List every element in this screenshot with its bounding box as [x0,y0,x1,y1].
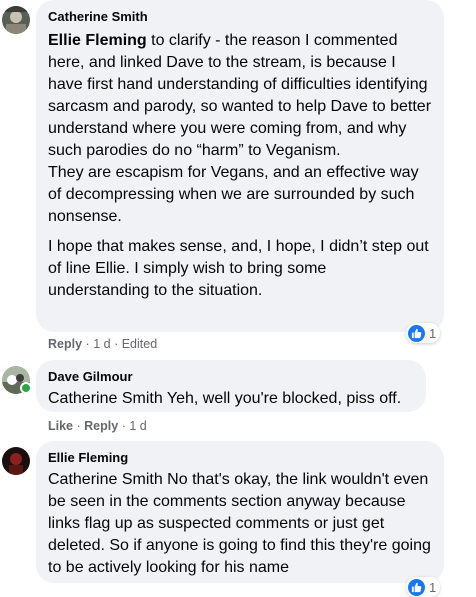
thumbs-up-icon [408,578,425,596]
reaction-count: 1 [429,579,437,595]
edited-label: Edited [121,337,158,351]
comment-actions: Reply · 1 d · Edited [48,337,158,351]
reaction-count: 1 [429,325,437,341]
comment-text: Catherine Smith Yeh, well you're blocked… [48,390,402,407]
comment-text: Catherine Smith No that's okay, the link… [48,471,431,576]
comment-bubble: Dave Gilmour Catherine Smith Yeh, well y… [36,360,426,412]
author-name[interactable]: Catherine Smith [48,8,432,25]
timestamp[interactable]: 1 d [129,419,146,433]
avatar[interactable] [2,6,30,34]
like-link[interactable]: Like [48,419,73,433]
online-status-dot [20,382,32,394]
avatar[interactable] [2,447,30,475]
timestamp[interactable]: 1 d [93,337,110,351]
author-name[interactable]: Ellie Fleming [48,449,432,466]
reply-link[interactable]: Reply [48,337,82,351]
comment-actions: Like · Reply · 1 d [48,419,147,433]
comment-text: Ellie Fleming to clarify - the reason I … [48,30,432,302]
reaction-summary[interactable]: 1 [406,577,441,597]
reply-link[interactable]: Reply [84,419,118,433]
comment-paragraph: Ellie Fleming to clarify - the reason I … [48,32,432,225]
author-name[interactable]: Dave Gilmour [48,368,414,385]
reaction-summary[interactable]: 1 [406,323,441,343]
thumbs-up-icon [408,324,425,342]
comment-paragraph: I hope that makes sense, and, I hope, I … [48,238,429,299]
comment-bubble: Catherine Smith Ellie Fleming to clarify… [36,0,444,332]
comment-bubble: Ellie Fleming Catherine Smith No that's … [36,441,444,583]
mention-link[interactable]: Ellie Fleming [48,32,147,49]
